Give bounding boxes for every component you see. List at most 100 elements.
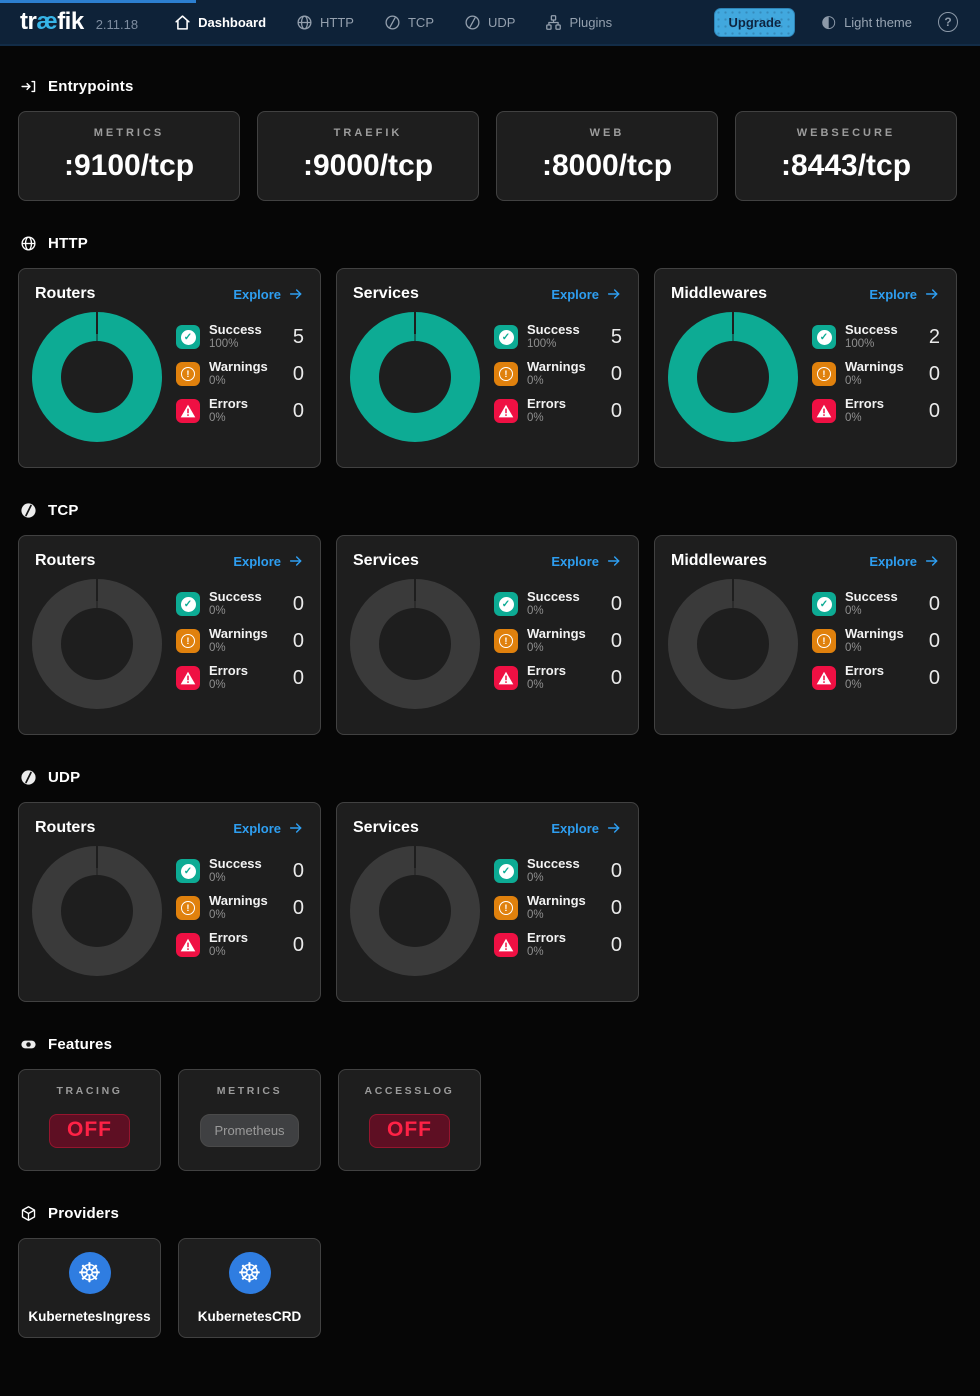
nav-label: UDP [488,15,515,30]
nav-item-plugins[interactable]: Plugins [545,14,612,31]
legend-count: 0 [293,630,304,653]
upgrade-button[interactable]: Upgrade [714,8,795,37]
legend-percent: 100% [527,338,580,351]
explore-link[interactable]: Explore [551,553,622,569]
legend: ✓ Success 0% 0 ! Warnings 0% 0 [494,857,622,976]
panel-card: Routers Explore ✓ Success 100% 5 ! [18,268,321,468]
logo-accent-text: æ [36,8,57,35]
legend-row-errors: Errors 0% 0 [812,397,940,425]
version-label: 2.11.18 [96,17,138,32]
legend-label: Success [527,857,580,872]
legend-count: 0 [293,897,304,920]
legend-row-success: ✓ Success 0% 0 [494,857,622,885]
legend-label: Success [209,323,262,338]
success-icon: ✓ [494,592,518,616]
legend-count: 0 [611,400,622,423]
legend-label: Errors [845,664,884,679]
legend-row-errors: Errors 0% 0 [176,397,304,425]
legend-row-warnings: ! Warnings 0% 0 [812,360,940,388]
main-nav: Dashboard HTTP TCP UDP Plugins [174,14,612,31]
nav-item-tcp[interactable]: TCP [384,14,434,31]
explore-label: Explore [551,554,599,569]
section-title: Entrypoints [48,78,134,95]
legend-row-success: ✓ Success 0% 0 [812,590,940,618]
legend-label: Warnings [209,894,268,909]
globe-icon [20,235,37,252]
entrypoint-card: METRICS :9100/tcp [18,111,240,201]
legend-label: Errors [209,397,248,412]
warning-icon: ! [176,629,200,653]
login-arrow-icon [20,78,37,95]
explore-link[interactable]: Explore [551,286,622,302]
legend-label: Success [527,590,580,605]
warning-icon: ! [494,362,518,386]
legend-label: Errors [845,397,884,412]
explore-link[interactable]: Explore [551,820,622,836]
panel-card: Services Explore ✓ Success 0% 0 ! [336,535,639,735]
legend-percent: 0% [209,679,248,692]
legend-count: 0 [611,934,622,957]
explore-label: Explore [551,821,599,836]
explore-link[interactable]: Explore [869,553,940,569]
legend-percent: 0% [527,642,586,655]
entrypoint-port: :9100/tcp [64,139,194,200]
feature-name: ACCESSLOG [365,1085,455,1097]
legend-count: 0 [611,630,622,653]
legend-percent: 0% [527,412,566,425]
success-icon: ✓ [812,592,836,616]
legend-row-errors: Errors 0% 0 [176,931,304,959]
arrow-right-icon [606,553,622,569]
nav-item-udp[interactable]: UDP [464,14,515,31]
theme-toggle[interactable]: ◐ Light theme [821,12,912,32]
legend-percent: 0% [527,909,586,922]
nav-item-http[interactable]: HTTP [296,14,354,31]
explore-link[interactable]: Explore [233,553,304,569]
explore-label: Explore [233,821,281,836]
entrypoint-name: WEBSECURE [797,127,896,139]
section-title: Features [48,1036,112,1053]
top-navbar: træfik 2.11.18 Dashboard HTTP TCP UDP Pl… [0,0,980,46]
explore-link[interactable]: Explore [869,286,940,302]
legend-count: 0 [929,593,940,616]
panel-card: Routers Explore ✓ Success 0% 0 ! [18,535,321,735]
feature-status-badge: OFF [369,1114,450,1148]
explore-label: Explore [551,287,599,302]
legend: ✓ Success 0% 0 ! Warnings 0% 0 [812,590,940,709]
legend: ✓ Success 100% 5 ! Warnings 0% 0 [176,323,304,442]
udp-icon [464,14,481,31]
panel-card: Middlewares Explore ✓ Success 100% 2 ! [654,268,957,468]
legend-count: 0 [929,400,940,423]
legend-percent: 0% [845,679,884,692]
explore-link[interactable]: Explore [233,286,304,302]
legend-count: 0 [929,667,940,690]
legend-percent: 0% [209,642,268,655]
legend-row-errors: Errors 0% 0 [494,397,622,425]
legend-label: Errors [209,931,248,946]
arrow-right-icon [924,553,940,569]
legend-percent: 0% [527,375,586,388]
legend-row-errors: Errors 0% 0 [176,664,304,692]
error-icon [176,399,200,423]
success-icon: ✓ [176,325,200,349]
legend-percent: 0% [845,375,904,388]
provider-name: KubernetesCRD [198,1309,302,1324]
warning-icon: ! [812,362,836,386]
package-icon [20,1205,37,1222]
nav-item-dashboard[interactable]: Dashboard [174,14,266,31]
legend-row-success: ✓ Success 0% 0 [494,590,622,618]
legend-count: 0 [293,363,304,386]
help-button[interactable]: ? [938,12,958,32]
navbar-right: Upgrade ◐ Light theme ? [714,8,958,37]
legend-row-errors: Errors 0% 0 [494,931,622,959]
card-title: Middlewares [671,552,767,570]
card-title: Services [353,285,419,303]
provider-card-kubernetes-ingress: ☸ KubernetesIngress [18,1238,161,1338]
explore-label: Explore [869,287,917,302]
explore-link[interactable]: Explore [233,820,304,836]
traefik-logo: træfik [20,8,84,36]
arrow-right-icon [606,820,622,836]
legend-count: 0 [611,593,622,616]
success-icon: ✓ [494,325,518,349]
warning-icon: ! [176,896,200,920]
tcp-cards-row: Routers Explore ✓ Success 0% 0 ! [18,535,962,735]
